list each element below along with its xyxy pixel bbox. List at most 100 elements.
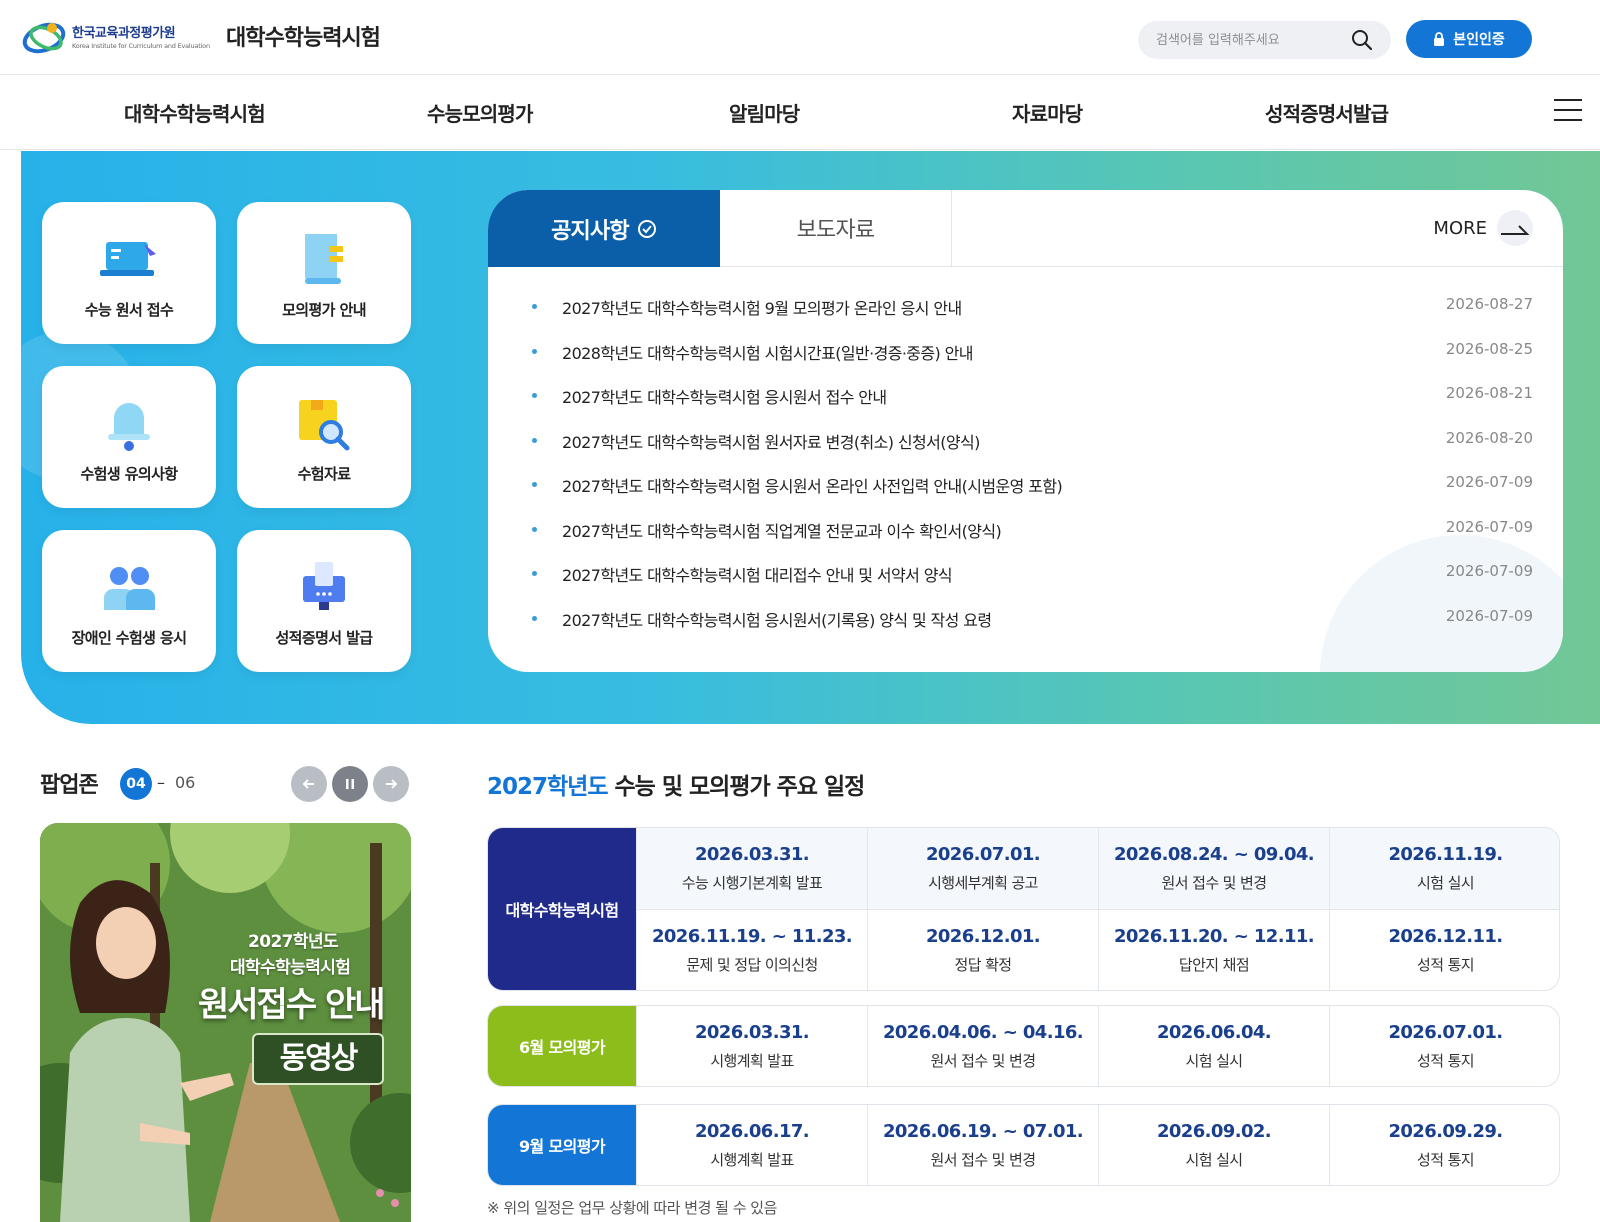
popup-next-button[interactable] [373, 766, 409, 802]
nav-item-certificate[interactable]: 성적증명서발급 [1265, 98, 1389, 127]
kice-logo-icon[interactable] [22, 16, 72, 60]
notice-item[interactable]: 2027학년도 대학수학능력시험 9월 모의평가 온라인 응시 안내 2026-0… [528, 287, 1533, 332]
org-name-en: Korea Institute for Curriculum and Evalu… [72, 42, 210, 50]
bullet-icon [532, 304, 537, 309]
notice-item[interactable]: 2027학년도 대학수학능력시험 응시원서 접수 안내 2026-08-21 [528, 376, 1533, 421]
schedule-desc: 원서 접수 및 변경 [930, 1151, 1037, 1169]
schedule-group-label: 9월 모의평가 [488, 1105, 636, 1185]
nav-item-resources[interactable]: 자료마당 [1012, 98, 1083, 127]
schedule-desc: 시행계획 발표 [710, 1151, 794, 1169]
popup-zone-title: 팝업존 [40, 773, 99, 798]
tab-press-release[interactable]: 보도자료 [720, 190, 952, 267]
bell-icon [108, 403, 150, 451]
notice-title[interactable]: 2027학년도 대학수학능력시험 대리접수 안내 및 서약서 양식 [562, 562, 953, 586]
notice-title[interactable]: 2027학년도 대학수학능력시험 직업계열 전문교과 이수 확인서(양식) [562, 518, 1002, 542]
quick-link-label: 수능 원서 접수 [84, 301, 174, 319]
auth-button-label: 본인인증 [1453, 32, 1505, 48]
quick-link-label: 모의평가 안내 [282, 301, 366, 319]
hero-section: 수능 원서 접수 모의평가 안내 수험생 유의사항 수험자료 장애인 수험생 응… [21, 151, 1600, 724]
schedule-cell: 2026.11.19. ~ 11.23. 문제 및 정답 이의신청 [636, 909, 867, 990]
quick-link-mock-guide[interactable]: 모의평가 안내 [237, 202, 411, 344]
notice-title[interactable]: 2027학년도 대학수학능력시험 응시원서(기록용) 양식 및 작성 요령 [562, 607, 992, 631]
schedule-title-year: 2027학년도 [487, 774, 608, 800]
popup-pause-button[interactable] [332, 766, 368, 802]
site-header: 한국교육과정평가원 Korea Institute for Curriculum… [0, 0, 1600, 75]
nav-item-mock-exam[interactable]: 수능모의평가 [427, 98, 533, 127]
quick-link-disabled[interactable]: 장애인 수험생 응시 [42, 530, 216, 672]
check-circle-icon [637, 219, 656, 238]
notice-title[interactable]: 2027학년도 대학수학능력시험 응시원서 온라인 사전입력 안내(시범운영 포… [562, 473, 1063, 497]
tab-notice[interactable]: 공지사항 [488, 190, 720, 267]
popup-banner-headline: 원서접수 안내 [198, 985, 386, 1025]
schedule-cell: 2026.08.24. ~ 09.04. 원서 접수 및 변경 [1098, 828, 1329, 909]
document-icon [305, 234, 343, 284]
quick-link-csat-apply[interactable]: 수능 원서 접수 [42, 202, 216, 344]
popup-separator: – [157, 773, 165, 792]
notice-item[interactable]: 2027학년도 대학수학능력시험 응시원서 온라인 사전입력 안내(시범운영 포… [528, 465, 1533, 510]
schedule-desc: 원서 접수 및 변경 [1161, 874, 1268, 892]
schedule-cell: 2026.06.17. 시행계획 발표 [636, 1105, 867, 1185]
notice-date: 2026-08-27 [1445, 295, 1533, 313]
schedule-date: 2026.09.29. [1388, 1121, 1503, 1142]
auth-button[interactable]: 본인인증 [1406, 20, 1532, 58]
schedule-desc: 시험 실시 [1417, 874, 1475, 892]
schedule-group-june: 6월 모의평가 2026.03.31. 시행계획 발표 2026.04.06. ~… [487, 1005, 1560, 1087]
notice-title[interactable]: 2027학년도 대학수학능력시험 9월 모의평가 온라인 응시 안내 [562, 295, 962, 319]
lock-icon [1434, 32, 1445, 46]
notice-item[interactable]: 2028학년도 대학수학능력시험 시험시간표(일반·경증·중증) 안내 2026-… [528, 332, 1533, 377]
notice-date: 2026-07-09 [1445, 517, 1533, 536]
notice-item[interactable]: 2027학년도 대학수학능력시험 직업계열 전문교과 이수 확인서(양식) 202… [528, 510, 1533, 555]
popup-banner[interactable]: 2027학년도 대학수학능력시험 원서접수 안내 동영상 [40, 823, 411, 1222]
arrow-left-icon [302, 779, 314, 789]
notice-item[interactable]: 2027학년도 대학수학능력시험 원서자료 변경(취소) 신청서(양식) 2026… [528, 421, 1533, 466]
menu-icon[interactable] [1554, 99, 1582, 123]
schedule-desc: 시행세부계획 공고 [928, 874, 1038, 892]
popup-banner-line1: 2027학년도 [248, 932, 339, 952]
site-title[interactable]: 대학수학능력시험 [226, 20, 381, 52]
schedule-footnote: ※ 위의 일정은 업무 상황에 따라 변경 될 수 있음 [487, 1199, 777, 1217]
notice-title[interactable]: 2028학년도 대학수학능력시험 시험시간표(일반·경증·중증) 안내 [562, 340, 974, 364]
notice-date: 2026-07-09 [1445, 473, 1533, 491]
arrow-right-icon [1497, 210, 1533, 246]
quick-link-precautions[interactable]: 수험생 유의사항 [42, 366, 216, 508]
schedule-cell: 2026.09.29. 성적 통지 [1329, 1105, 1559, 1185]
schedule-cell: 2026.04.06. ~ 04.16. 원서 접수 및 변경 [867, 1006, 1098, 1086]
arrow-right-icon [386, 779, 398, 789]
notice-title[interactable]: 2027학년도 대학수학능력시험 응시원서 접수 안내 [562, 384, 887, 408]
more-link[interactable]: MORE [1433, 210, 1533, 246]
schedule-desc: 정답 확정 [954, 956, 1013, 974]
nav-item-csat[interactable]: 대학수학능력시험 [124, 98, 266, 127]
notice-item[interactable]: 2027학년도 대학수학능력시험 대리접수 안내 및 서약서 양식 2026-07… [528, 554, 1533, 599]
notice-date: 2026-07-09 [1445, 606, 1533, 625]
schedule-date: 2026.06.19. ~ 07.01. [882, 1121, 1084, 1142]
schedule-date: 2026.03.31. [694, 1022, 810, 1043]
notice-item[interactable]: 2027학년도 대학수학능력시험 응시원서(기록용) 양식 및 작성 요령 202… [528, 599, 1533, 644]
bullet-icon [532, 393, 537, 398]
quick-link-label: 성적증명서 발급 [275, 629, 373, 647]
search-icon[interactable] [1351, 29, 1373, 51]
popup-prev-button[interactable] [291, 766, 327, 802]
schedule-date: 2026.12.11. [1388, 926, 1503, 947]
bullet-icon [532, 615, 537, 621]
main-nav: 대학수학능력시험 수능모의평가 알림마당 자료마당 성적증명서발급 [0, 76, 1600, 150]
notice-title[interactable]: 2027학년도 대학수학능력시험 원서자료 변경(취소) 신청서(양식) [562, 429, 980, 453]
schedule-group-label: 대학수학능력시험 [488, 828, 636, 990]
schedule-desc: 답안지 채점 [1178, 956, 1250, 974]
schedule-date: 2026.11.19. ~ 11.23. [651, 926, 853, 947]
schedule-date: 2026.11.19. [1388, 844, 1503, 865]
popup-banner-tag: 동영상 [252, 1033, 384, 1085]
notice-date: 2026-08-25 [1445, 339, 1533, 358]
quick-link-certificate[interactable]: 성적증명서 발급 [237, 530, 411, 672]
quick-link-materials[interactable]: 수험자료 [237, 366, 411, 508]
schedule-date: 2026.11.20. ~ 12.11. [1113, 926, 1315, 947]
schedule-title: 2027학년도 수능 및 모의평가 주요 일정 [487, 767, 865, 801]
popup-current-index: 04 [120, 768, 152, 800]
notice-date: 2026-07-09 [1445, 562, 1533, 580]
bullet-icon [532, 526, 537, 532]
nav-item-notice[interactable]: 알림마당 [729, 98, 800, 127]
schedule-cell: 2026.07.01. 성적 통지 [1329, 1006, 1559, 1086]
schedule-date: 2026.06.04. [1156, 1022, 1272, 1043]
more-label: MORE [1433, 217, 1487, 239]
pause-icon [346, 779, 354, 789]
search-input[interactable] [1156, 30, 1346, 50]
